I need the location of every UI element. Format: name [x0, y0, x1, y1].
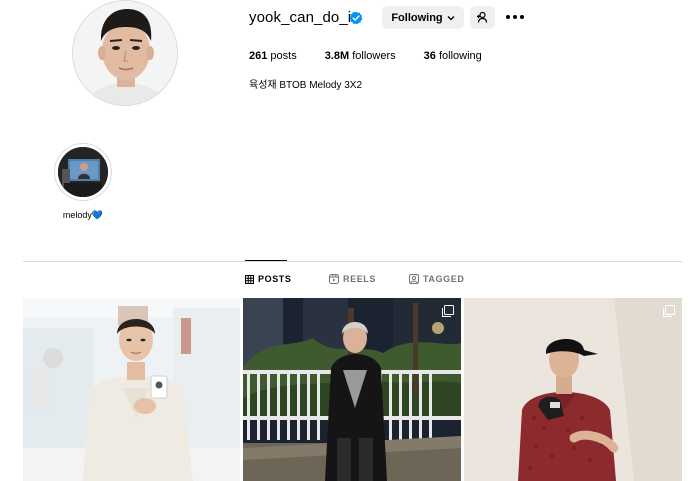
followers-count: 3.8M — [324, 50, 350, 62]
post-thumbnail[interactable] — [464, 298, 682, 481]
tabs-divider — [23, 261, 682, 262]
profile-username: yook_can_do_it — [249, 9, 356, 26]
following-label: following — [438, 50, 482, 62]
story-highlight[interactable] — [54, 143, 112, 201]
tab-reels[interactable]: REELS — [329, 274, 376, 284]
following-button[interactable]: Following — [382, 6, 464, 29]
highlight-thumbnail — [58, 147, 108, 197]
following-count: 36 — [423, 50, 436, 62]
add-person-icon — [477, 11, 488, 23]
profile-stats: 261 posts 3.8M followers 36 following — [249, 50, 510, 62]
posts-label: posts — [270, 50, 297, 62]
tab-posts[interactable]: POSTS — [245, 274, 292, 284]
posts-stat: 261 posts — [249, 50, 297, 62]
following-link[interactable]: 36 following — [424, 50, 482, 62]
chevron-down-icon — [447, 15, 455, 20]
active-tab-indicator — [245, 260, 287, 261]
tab-tagged-label: TAGGED — [423, 274, 465, 284]
profile-avatar — [72, 0, 178, 106]
tab-reels-label: REELS — [343, 274, 377, 284]
highlight-label: melody💙 — [62, 210, 104, 220]
profile-avatar-button[interactable] — [72, 0, 178, 106]
tab-posts-label: POSTS — [258, 274, 292, 284]
profile-bio: 육성재 BTOB Melody 3X2 — [249, 80, 363, 91]
multiple-photos-icon — [442, 305, 454, 317]
post-thumbnail[interactable] — [23, 298, 240, 481]
following-button-label: Following — [391, 11, 443, 24]
dot — [506, 15, 510, 19]
verified-badge-icon — [349, 11, 363, 25]
posts-count: 261 — [249, 50, 268, 62]
grid-icon — [245, 274, 254, 284]
followers-label: followers — [352, 50, 396, 62]
reels-icon — [329, 274, 339, 284]
suggested-users-button[interactable] — [470, 6, 495, 29]
tagged-icon — [409, 274, 419, 284]
dot — [513, 15, 517, 19]
tab-tagged[interactable]: TAGGED — [409, 274, 464, 284]
multiple-photos-icon — [663, 305, 675, 317]
more-options-icon[interactable] — [506, 10, 524, 24]
dot — [520, 15, 524, 19]
followers-link[interactable]: 3.8M followers — [325, 50, 396, 62]
post-thumbnail[interactable] — [243, 298, 461, 481]
